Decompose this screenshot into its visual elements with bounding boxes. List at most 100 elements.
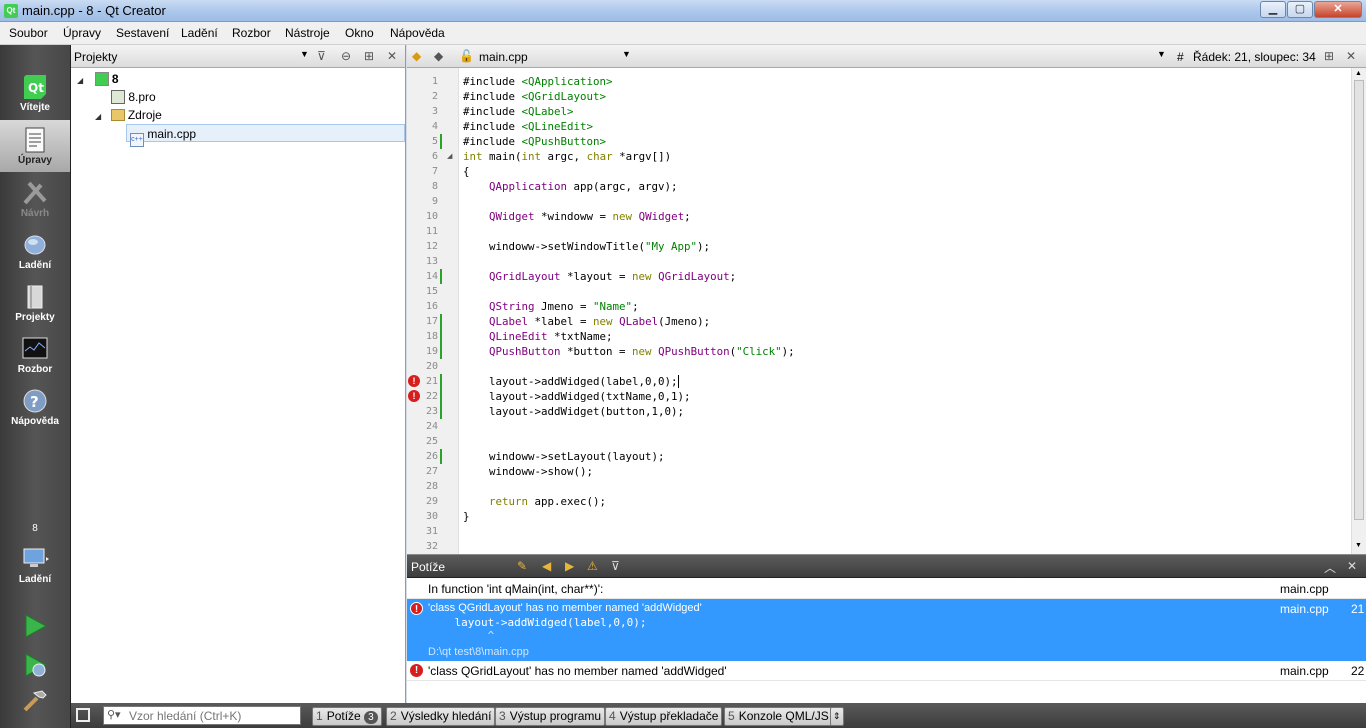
code-line[interactable]: QApplication app(argc, argv); <box>463 179 678 194</box>
locator-search[interactable]: ⚲▾ <box>103 706 301 725</box>
code-line[interactable]: windoww->setWindowTitle("My App"); <box>463 239 710 254</box>
menu-soubor[interactable]: Soubor <box>9 26 48 40</box>
split-icon[interactable]: ⊞ <box>364 49 374 63</box>
code-line[interactable]: { <box>463 164 470 179</box>
run-button[interactable] <box>21 613 49 639</box>
scrollbar-thumb[interactable] <box>1354 80 1364 520</box>
menu-upravy[interactable]: Úpravy <box>63 26 101 40</box>
mode-projects[interactable]: Projekty <box>0 277 70 329</box>
mode-design[interactable]: Návrh <box>0 173 70 225</box>
output-tab-app-output[interactable]: 3 Výstup programu <box>495 707 606 726</box>
code-editor: ◆ ◆ 🔓 main.cpp ▼ ▼ # Řádek: 21, sloupec:… <box>407 45 1366 554</box>
menu-napoveda[interactable]: Nápověda <box>390 26 445 40</box>
issue-row-selected[interactable]: ! 'class QGridLayout' has no member name… <box>407 599 1366 661</box>
code-line[interactable]: QLabel *label = new QLabel(Jmeno); <box>463 314 710 329</box>
code-line[interactable]: QPushButton *button = new QPushButton("C… <box>463 344 795 359</box>
chevron-down-icon[interactable]: ▼ <box>300 49 309 59</box>
next-issue-icon[interactable]: ▶ <box>565 559 574 573</box>
back-arrow-icon[interactable]: ◆ <box>412 49 421 63</box>
issue-file: main.cpp <box>1280 664 1329 678</box>
code-line[interactable]: #include <QGridLayout> <box>463 89 606 104</box>
projects-title: Projekty <box>74 50 118 64</box>
code-line[interactable]: layout->addWidget(button,1,0); <box>463 404 684 419</box>
code-line[interactable]: QString Jmeno = "Name"; <box>463 299 639 314</box>
error-icon: ! <box>410 664 423 677</box>
code-line[interactable]: QLineEdit *txtName; <box>463 329 613 344</box>
mode-welcome[interactable]: Qt Vítejte <box>0 67 70 119</box>
filter-icon[interactable]: ⊽ <box>611 559 620 573</box>
debug-bug-icon <box>24 235 46 255</box>
expand-arrow-icon[interactable]: ◢ <box>77 76 83 85</box>
code-line[interactable]: return app.exec(); <box>463 494 606 509</box>
tree-item-pro-file[interactable]: 8.pro <box>111 88 156 106</box>
issue-row[interactable]: In function 'int qMain(int, char**)': ma… <box>407 579 1366 599</box>
window-title: main.cpp - 8 - Qt Creator <box>22 3 166 18</box>
warning-filter-icon[interactable]: ⚠ <box>587 559 598 573</box>
clean-icon[interactable]: ✎ <box>517 559 527 573</box>
tree-item-sources[interactable]: ◢ Zdroje <box>95 106 162 124</box>
link-icon[interactable]: ⊖ <box>341 49 351 63</box>
issue-text: 'class QGridLayout' has no member named … <box>428 664 727 678</box>
issues-pane: Potíže ✎ ◀ ▶ ⚠ ⊽ ︿ ✕ In function 'int qM… <box>407 554 1366 703</box>
minimize-button[interactable]: ▁ <box>1260 1 1286 18</box>
menu-rozbor[interactable]: Rozbor <box>232 26 271 40</box>
issue-row[interactable]: ! 'class QGridLayout' has no member name… <box>407 661 1366 681</box>
toggle-sidebar-icon[interactable] <box>76 708 90 722</box>
close-pane-icon[interactable]: ✕ <box>1347 559 1357 573</box>
code-line[interactable]: #include <QLabel> <box>463 104 574 119</box>
mode-help[interactable]: ? Nápověda <box>0 381 70 433</box>
filter-icon[interactable]: ⊽ <box>317 49 326 63</box>
code-line[interactable]: windoww->show(); <box>463 464 593 479</box>
svg-text:Qt: Qt <box>28 81 44 95</box>
document-selector[interactable]: main.cpp <box>479 50 528 64</box>
code-line[interactable]: #include <QApplication> <box>463 74 613 89</box>
search-input[interactable] <box>129 708 297 723</box>
code-line[interactable]: int main(int argc, char *argv[]) <box>463 149 671 164</box>
output-tab-issues[interactable]: 1 Potíže 3 <box>312 707 382 726</box>
mode-debug[interactable]: Ladění <box>0 225 70 277</box>
code-line[interactable]: QWidget *windoww = new QWidget; <box>463 209 691 224</box>
menu-okno[interactable]: Okno <box>345 26 374 40</box>
build-button[interactable] <box>21 688 49 714</box>
vertical-scrollbar[interactable]: ▲ ▼ <box>1351 68 1366 554</box>
code-line[interactable]: #include <QPushButton> <box>463 134 606 149</box>
code-line[interactable]: } <box>463 509 470 524</box>
scroll-down-icon[interactable]: ▼ <box>1355 542 1362 549</box>
code-line[interactable]: #include <QLineEdit> <box>463 119 593 134</box>
code-line[interactable]: windoww->setLayout(layout); <box>463 449 665 464</box>
mode-analyze[interactable]: Rozbor <box>0 329 70 381</box>
expand-arrow-icon[interactable]: ◢ <box>95 112 101 121</box>
chevron-down-icon[interactable]: ▼ <box>1157 49 1166 59</box>
menu-nastroje[interactable]: Nástroje <box>285 26 330 40</box>
code-line[interactable]: layout->addWidged(txtName,0,1); <box>463 389 691 404</box>
mode-label: Nápověda <box>11 416 59 427</box>
chevron-down-icon[interactable]: ▼ <box>622 49 631 59</box>
prev-issue-icon[interactable]: ◀ <box>542 559 551 573</box>
cursor-position[interactable]: Řádek: 21, sloupec: 34 <box>1193 50 1316 64</box>
tree-item-project[interactable]: ◢ 8 <box>77 70 119 88</box>
search-icon: ⚲▾ <box>107 709 121 721</box>
close-button[interactable]: ✕ <box>1314 1 1362 18</box>
maximize-button[interactable]: ▢ <box>1287 1 1313 18</box>
close-document-icon[interactable]: ✕ <box>1346 49 1356 63</box>
code-area[interactable]: #include <QApplication> #include <QGridLa… <box>407 68 1351 554</box>
close-pane-icon[interactable]: ✕ <box>387 49 397 63</box>
lock-icon: 🔓 <box>459 49 474 63</box>
output-tab-compile[interactable]: 4 Výstup překladače <box>605 707 723 726</box>
code-line[interactable]: QGridLayout *layout = new QGridLayout; <box>463 269 736 284</box>
debug-run-button[interactable] <box>21 652 49 678</box>
split-icon[interactable]: ⊞ <box>1324 49 1334 63</box>
forward-arrow-icon[interactable]: ◆ <box>434 49 443 63</box>
text-cursor <box>677 375 679 388</box>
code-line[interactable]: layout->addWidged(label,0,0); <box>463 374 679 389</box>
maximize-pane-icon[interactable]: ︿ <box>1324 559 1336 576</box>
mode-edit[interactable]: Úpravy <box>0 120 70 172</box>
output-tab-search[interactable]: 2 Výsledky hledání <box>386 707 496 726</box>
kit-selector[interactable]: Ladění <box>0 539 70 589</box>
scroll-up-icon[interactable]: ▲ <box>1355 70 1362 77</box>
more-tabs-button[interactable]: ⇕ <box>830 707 844 726</box>
tree-item-main-cpp[interactable]: c++ main.cpp <box>126 124 405 147</box>
output-tab-qml-console[interactable]: 5 Konzole QML/JS <box>724 707 833 726</box>
menu-ladeni[interactable]: Ladění <box>181 26 218 40</box>
menu-sestaveni[interactable]: Sestavení <box>116 26 169 40</box>
